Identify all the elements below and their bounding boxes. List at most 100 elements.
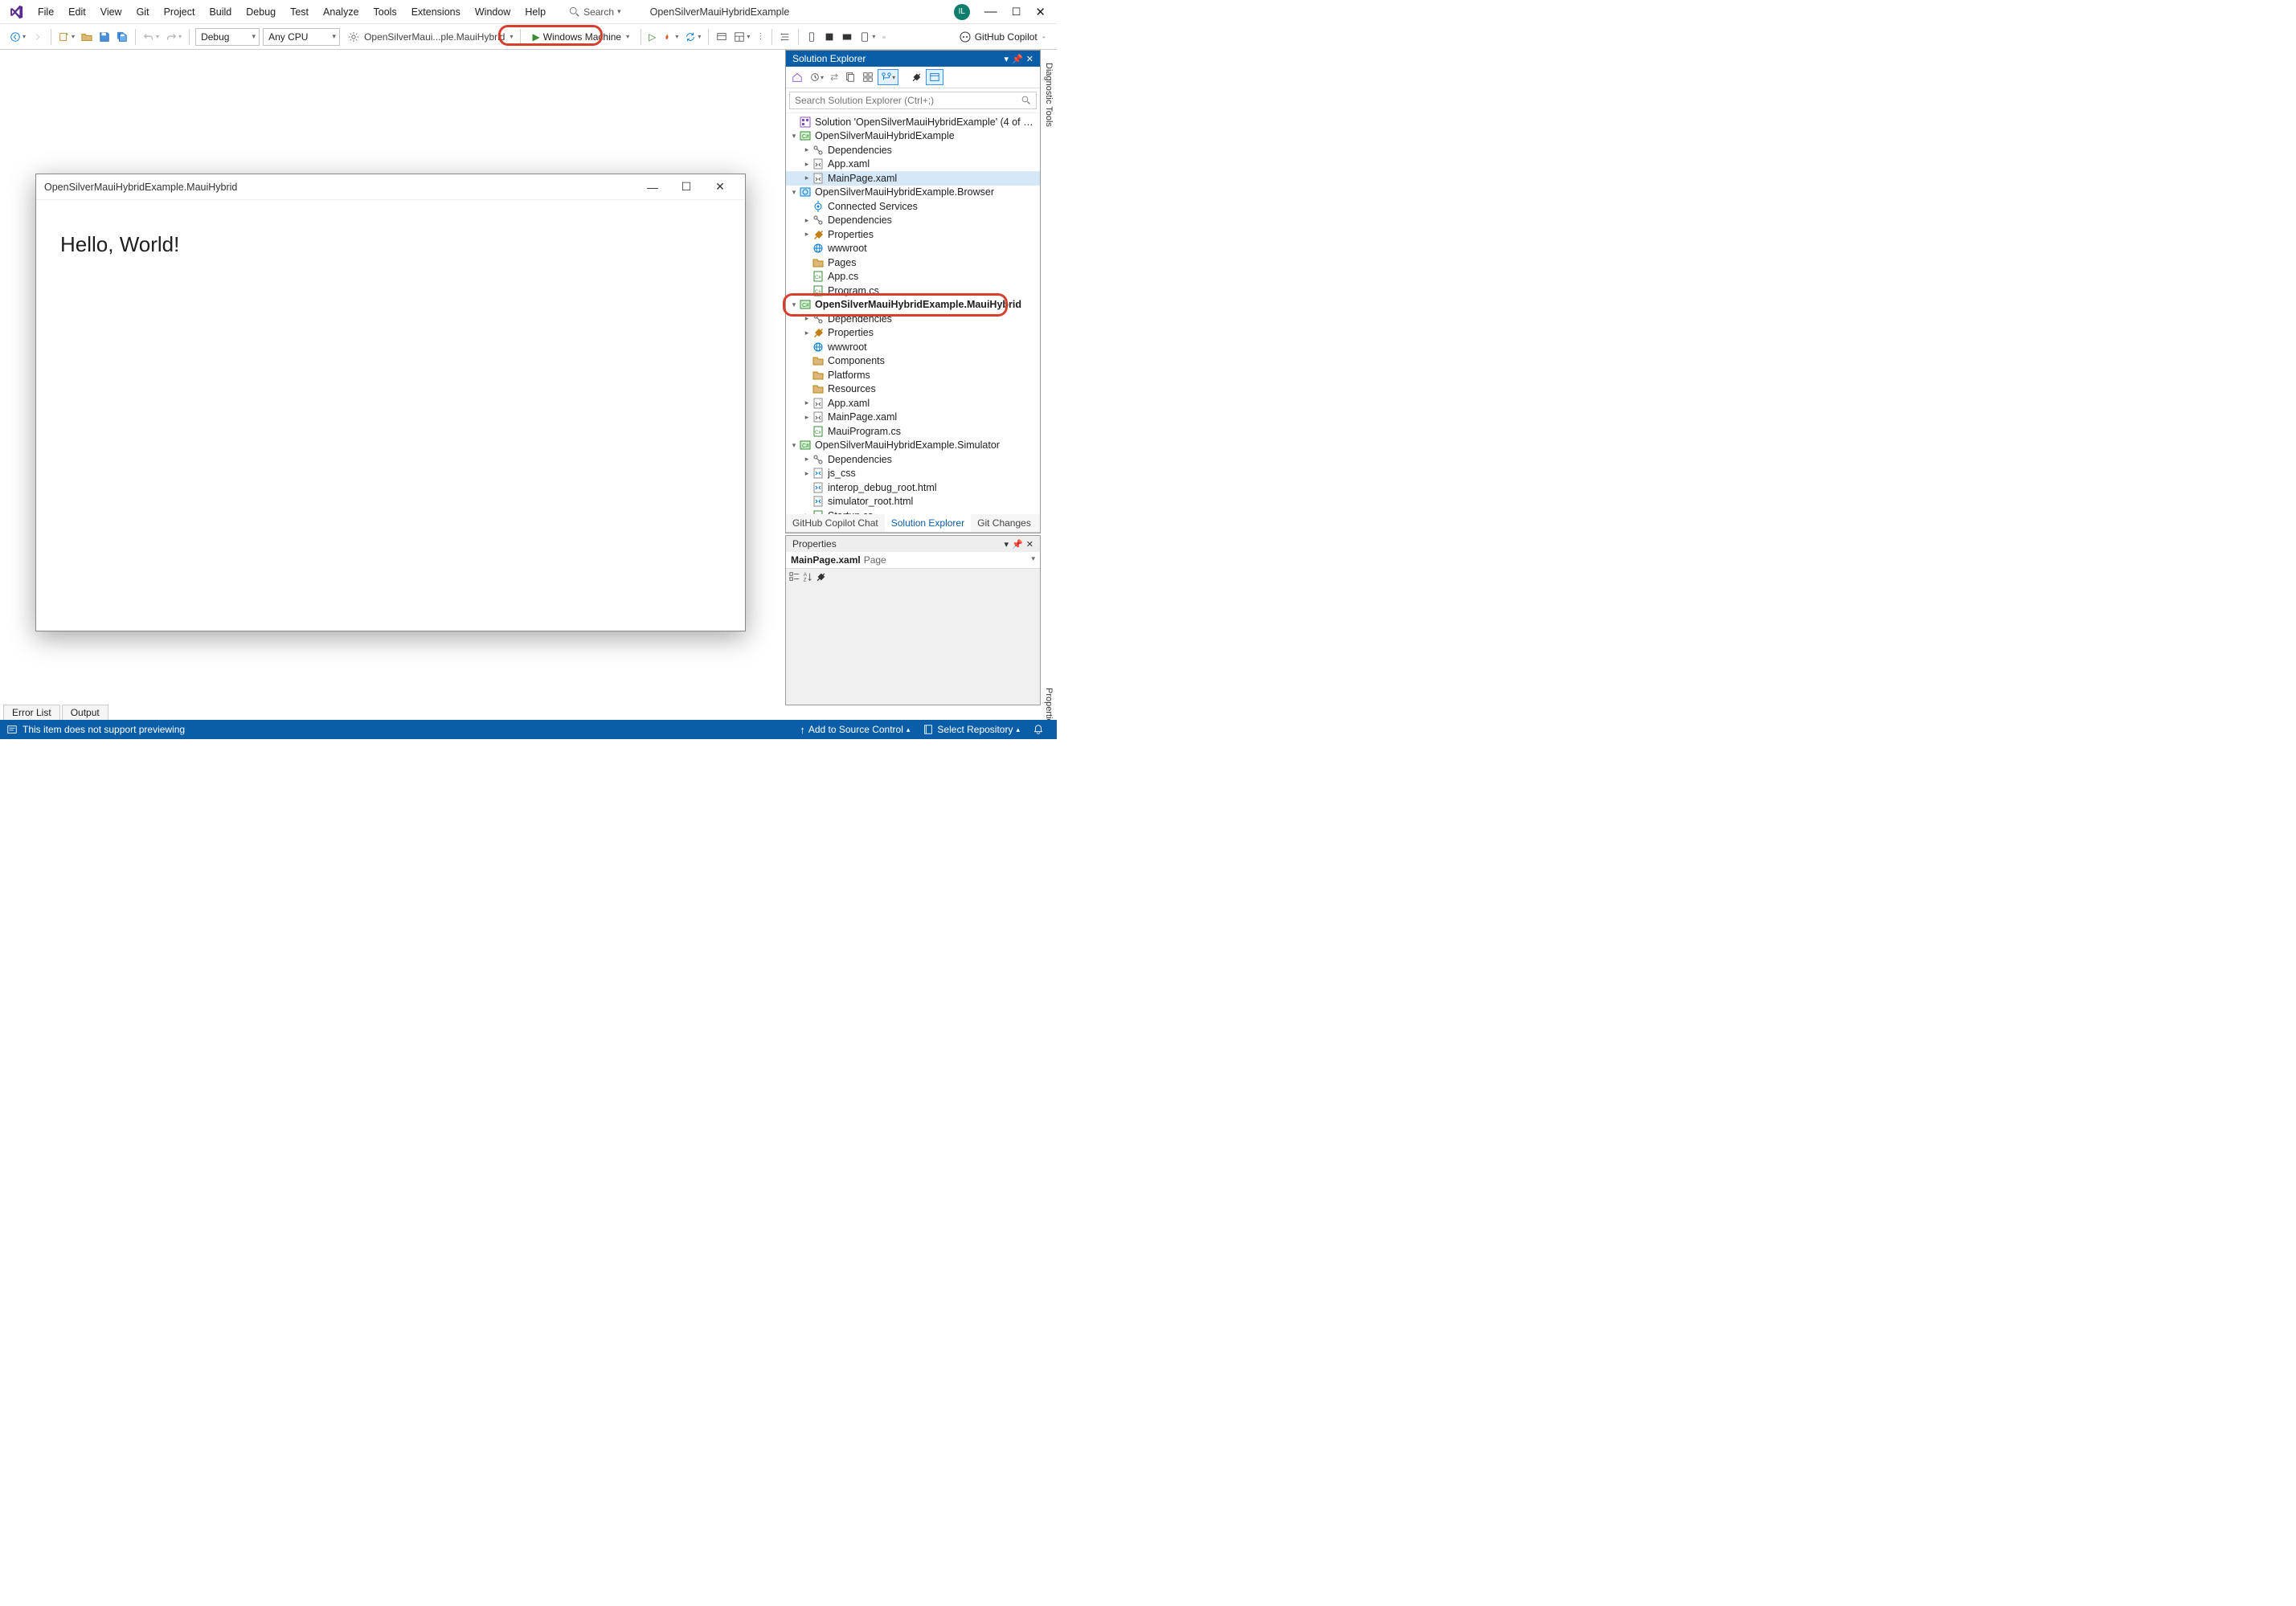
error-list-tab[interactable]: Error List — [3, 705, 60, 720]
tree-node[interactable]: interop_debug_root.html — [786, 480, 1040, 495]
tree-node[interactable]: ▸js_css — [786, 467, 1040, 481]
expand-icon[interactable]: ▸ — [802, 145, 812, 154]
expand-icon[interactable]: ▸ — [802, 329, 812, 337]
menu-view[interactable]: View — [93, 3, 129, 21]
menu-git[interactable]: Git — [129, 3, 157, 21]
tree-node[interactable]: ▾OpenSilverMauiHybridExample.Browser — [786, 186, 1040, 200]
align-button[interactable] — [776, 30, 794, 44]
tree-node[interactable]: wwwroot — [786, 242, 1040, 256]
save-all-button[interactable] — [113, 30, 131, 44]
search-box[interactable]: Search ▾ — [563, 5, 628, 19]
tree-node[interactable]: ▸MainPage.xaml — [786, 171, 1040, 186]
menu-extensions[interactable]: Extensions — [404, 3, 468, 21]
props-pin-icon[interactable]: 📌 — [1012, 539, 1023, 550]
properties-button[interactable] — [908, 70, 924, 84]
platform-combo[interactable]: Any CPU — [263, 28, 340, 46]
tree-node[interactable]: ▾C#OpenSilverMauiHybridExample.MauiHybri… — [786, 298, 1040, 313]
tree-node[interactable]: ▾C#OpenSilverMauiHybridExample.Simulator — [786, 439, 1040, 453]
alphabetical-button[interactable]: AZ — [802, 571, 813, 585]
menu-debug[interactable]: Debug — [239, 3, 283, 21]
app-minimize-button[interactable]: — — [636, 181, 669, 194]
tree-node[interactable]: simulator_root.html — [786, 495, 1040, 509]
panel-close-icon[interactable]: ✕ — [1026, 54, 1033, 64]
add-source-control-button[interactable]: ↑Add to Source Control▴ — [793, 724, 916, 736]
expand-icon[interactable]: ▸ — [802, 216, 812, 225]
tree-node[interactable]: ▸Properties — [786, 227, 1040, 242]
expand-icon[interactable]: ▸ — [802, 314, 812, 323]
menu-build[interactable]: Build — [202, 3, 239, 21]
github-copilot-button[interactable]: GitHub Copilot ₌ — [954, 31, 1050, 43]
switch-views-button[interactable]: ▾ — [807, 70, 826, 84]
start-without-debug-button[interactable]: ▷ — [645, 30, 659, 44]
expand-icon[interactable]: ▾ — [789, 188, 799, 197]
panel-dropdown-icon[interactable]: ▾ — [1005, 54, 1009, 64]
menu-tools[interactable]: Tools — [366, 3, 404, 21]
categorized-button[interactable] — [789, 571, 800, 585]
menu-test[interactable]: Test — [283, 3, 316, 21]
tree-node[interactable]: Pages — [786, 255, 1040, 270]
toolbar-overflow[interactable]: ₌ — [878, 31, 889, 43]
open-file-button[interactable] — [78, 30, 96, 44]
tab-github-copilot-chat[interactable]: GitHub Copilot Chat — [786, 514, 885, 532]
menu-window[interactable]: Window — [468, 3, 518, 21]
tree-node[interactable]: Solution 'OpenSilverMauiHybridExample' (… — [786, 115, 1040, 129]
expand-icon[interactable]: ▸ — [802, 174, 812, 182]
pending-changes-filter[interactable]: ⇄ — [828, 70, 841, 84]
menu-analyze[interactable]: Analyze — [316, 3, 366, 21]
device-preview-2[interactable] — [821, 30, 838, 44]
tree-node[interactable]: ▸App.xaml — [786, 157, 1040, 172]
expand-icon[interactable]: ▾ — [789, 300, 799, 309]
menu-file[interactable]: File — [31, 3, 61, 21]
expand-icon[interactable]: ▾ — [789, 441, 799, 450]
expand-icon[interactable]: ▸ — [802, 413, 812, 422]
maximize-button[interactable]: ☐ — [1012, 6, 1021, 18]
select-repository-button[interactable]: Select Repository▴ — [916, 724, 1026, 735]
props-dropdown-icon[interactable]: ▾ — [1005, 539, 1009, 550]
nav-forward-button[interactable] — [29, 30, 47, 44]
expand-icon[interactable]: ▸ — [802, 398, 812, 407]
overflow-button[interactable]: ⋮ — [753, 31, 767, 43]
tree-node[interactable]: ▸App.xaml — [786, 396, 1040, 411]
show-all-files-button[interactable]: ▾ — [878, 69, 898, 85]
start-debug-button[interactable]: ▶ Windows Machine ▾ — [525, 29, 636, 45]
redo-button[interactable]: ▾ — [162, 30, 185, 44]
solution-tree[interactable]: Solution 'OpenSilverMauiHybridExample' (… — [786, 113, 1040, 514]
tree-node[interactable]: C#App.cs — [786, 270, 1040, 284]
tree-node[interactable]: ▸Dependencies — [786, 214, 1040, 228]
nav-back-button[interactable]: ▾ — [6, 30, 29, 44]
tree-node[interactable]: ▸Dependencies — [786, 143, 1040, 157]
app-maximize-button[interactable]: ☐ — [669, 180, 703, 194]
new-item-button[interactable]: ▾ — [55, 30, 78, 44]
menu-help[interactable]: Help — [518, 3, 553, 21]
props-wrench-button[interactable] — [815, 571, 826, 585]
tab-solution-explorer[interactable]: Solution Explorer — [885, 514, 971, 532]
preview-selected-button[interactable] — [926, 69, 943, 85]
tree-node[interactable]: ▸MainPage.xaml — [786, 411, 1040, 425]
tree-node[interactable]: Platforms — [786, 368, 1040, 382]
expand-icon[interactable]: ▸ — [802, 511, 812, 514]
undo-button[interactable]: ▾ — [140, 30, 162, 44]
solution-search-input[interactable] — [789, 92, 1037, 109]
expand-icon[interactable]: ▸ — [802, 469, 812, 478]
hot-reload-button[interactable]: ▾ — [659, 30, 681, 44]
save-button[interactable] — [96, 30, 113, 44]
expand-icon[interactable]: ▸ — [802, 230, 812, 239]
tree-node[interactable]: wwwroot — [786, 340, 1040, 354]
expand-icon[interactable]: ▾ — [789, 132, 799, 141]
home-button[interactable] — [789, 70, 805, 84]
tab-git-changes[interactable]: Git Changes — [971, 514, 1037, 532]
properties-object-row[interactable]: MainPage.xamlPage ▾ — [786, 552, 1040, 569]
tree-node[interactable]: Components — [786, 354, 1040, 369]
user-avatar[interactable]: IL — [954, 4, 970, 20]
tree-node[interactable]: ▸Dependencies — [786, 452, 1040, 467]
browser-link-button[interactable] — [713, 30, 731, 44]
tree-node[interactable]: C#MauiProgram.cs — [786, 424, 1040, 439]
collapse-all-button[interactable] — [860, 70, 876, 84]
close-button[interactable]: ✕ — [1035, 5, 1046, 19]
tree-node[interactable]: ▸C#Startup.cs — [786, 509, 1040, 514]
sync-button[interactable] — [842, 70, 858, 84]
app-close-button[interactable]: ✕ — [703, 180, 737, 194]
diagnostic-tools-tab[interactable]: Diagnostic Tools — [1042, 58, 1055, 132]
device-preview-4[interactable]: ▾ — [856, 30, 878, 44]
props-close-icon[interactable]: ✕ — [1026, 539, 1033, 550]
